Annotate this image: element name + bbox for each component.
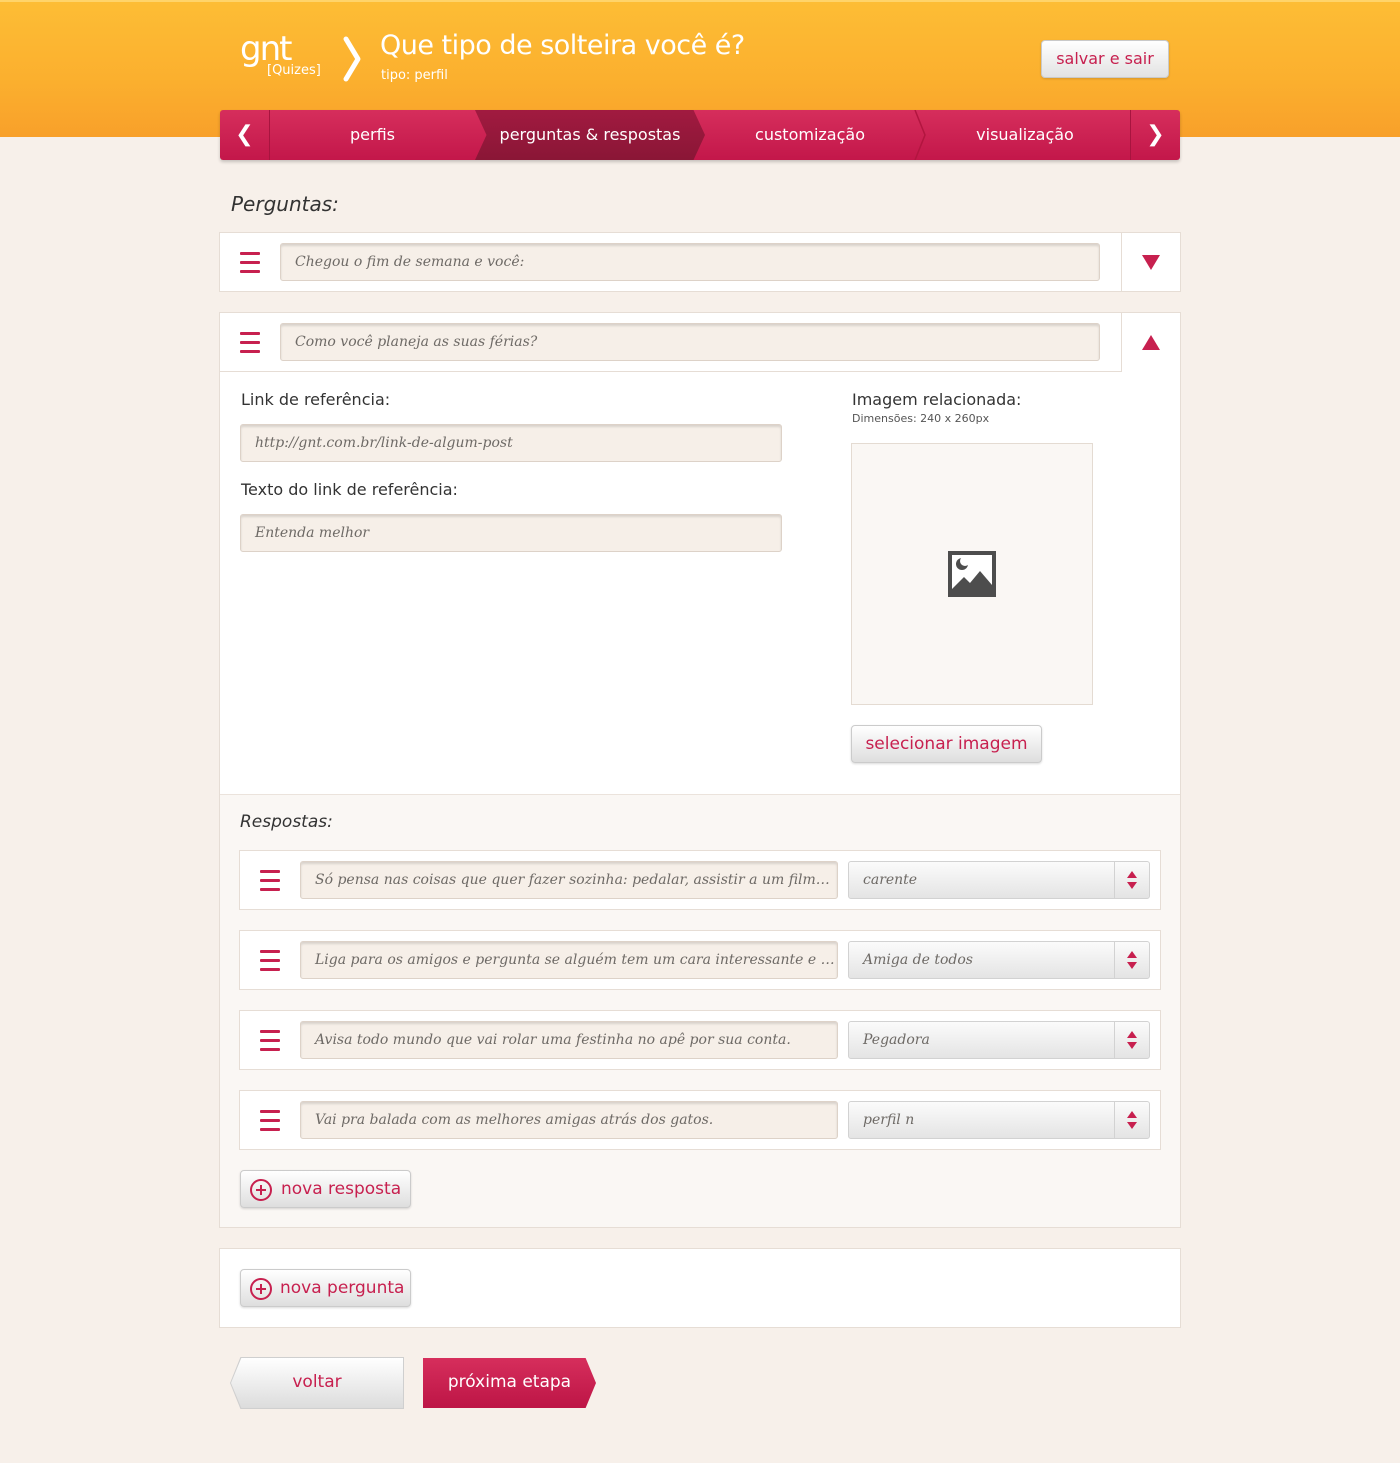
answer-row: Vai pra balada com as melhores amigas at… bbox=[239, 1090, 1161, 1150]
new-question-button[interactable]: nova pergunta bbox=[240, 1269, 411, 1307]
question-card: Chegou o fim de semana e você: bbox=[219, 232, 1181, 292]
answer-row: Liga para os amigos e pergunta se alguém… bbox=[239, 930, 1161, 990]
reference-link-text-label: Texto do link de referência: bbox=[241, 480, 458, 499]
select-arrows-icon bbox=[1114, 1022, 1149, 1058]
tab-perfis[interactable]: perfis bbox=[270, 110, 475, 160]
related-image-label: Imagem relacionada: bbox=[852, 390, 1022, 409]
answer-row: Avisa todo mundo que vai rolar uma festi… bbox=[239, 1010, 1161, 1070]
triangle-up-icon bbox=[1142, 335, 1160, 350]
quiz-type: tipo: perfil bbox=[381, 68, 448, 83]
select-arrows-icon bbox=[1114, 1102, 1149, 1138]
collapse-question-button[interactable] bbox=[1121, 313, 1181, 372]
answers-section: Respostas: Só pensa nas coisas que quer … bbox=[220, 794, 1180, 1227]
expand-question-button[interactable] bbox=[1121, 233, 1181, 291]
drag-handle-icon[interactable] bbox=[240, 252, 260, 279]
back-button[interactable]: voltar bbox=[231, 1358, 403, 1408]
answer-profile-select[interactable]: Amiga de todos bbox=[848, 941, 1150, 979]
image-dimensions-note: Dimensões: 240 x 260px bbox=[852, 412, 990, 425]
breadcrumb-chevron-icon bbox=[343, 36, 361, 82]
select-value: Amiga de todos bbox=[863, 952, 973, 968]
save-and-exit-button[interactable]: salvar e sair bbox=[1041, 40, 1169, 78]
answer-input[interactable]: Liga para os amigos e pergunta se alguém… bbox=[300, 941, 838, 979]
new-answer-button[interactable]: nova resposta bbox=[240, 1170, 411, 1208]
answer-profile-select[interactable]: perfil n bbox=[848, 1101, 1150, 1139]
image-placeholder-icon bbox=[948, 551, 996, 597]
drag-handle-icon[interactable] bbox=[240, 332, 260, 359]
nav-prev-button[interactable]: ❮ bbox=[220, 110, 270, 160]
new-answer-label: nova resposta bbox=[281, 1179, 402, 1199]
reference-link-text-input[interactable]: Entenda melhor bbox=[240, 514, 782, 552]
answer-input[interactable]: Só pensa nas coisas que quer fazer sozin… bbox=[300, 861, 838, 899]
question-card-expanded: Como você planeja as suas férias? Link d… bbox=[219, 312, 1181, 1228]
answer-row: Só pensa nas coisas que quer fazer sozin… bbox=[239, 850, 1161, 910]
tab-visualizacao[interactable]: visualização bbox=[920, 110, 1130, 160]
tab-customizacao[interactable]: customização bbox=[700, 110, 920, 160]
answer-input[interactable]: Vai pra balada com as melhores amigas at… bbox=[300, 1101, 838, 1139]
drag-handle-icon[interactable] bbox=[260, 870, 280, 897]
new-question-label: nova pergunta bbox=[280, 1278, 405, 1298]
questions-heading: Perguntas: bbox=[231, 192, 339, 216]
new-question-card: nova pergunta bbox=[219, 1248, 1181, 1328]
select-value: perfil n bbox=[863, 1112, 915, 1128]
select-image-button[interactable]: selecionar imagem bbox=[851, 725, 1042, 763]
gnt-quizes-logo[interactable]: gnt [Quizes] bbox=[240, 29, 321, 78]
select-value: Pegadora bbox=[863, 1032, 930, 1048]
select-arrows-icon bbox=[1114, 862, 1149, 898]
nav-next-button[interactable]: ❯ bbox=[1130, 110, 1180, 160]
tab-perguntas-respostas[interactable]: perguntas & respostas bbox=[475, 110, 705, 160]
answer-profile-select[interactable]: Pegadora bbox=[848, 1021, 1150, 1059]
logo-text: gnt bbox=[240, 29, 292, 69]
select-arrows-icon bbox=[1114, 942, 1149, 978]
triangle-down-icon bbox=[1142, 255, 1160, 270]
drag-handle-icon[interactable] bbox=[260, 950, 280, 977]
question-input[interactable]: Chegou o fim de semana e você: bbox=[280, 243, 1100, 281]
plus-circle-icon bbox=[250, 1179, 272, 1201]
question-input[interactable]: Como você planeja as suas férias? bbox=[280, 323, 1100, 361]
drag-handle-icon[interactable] bbox=[260, 1110, 280, 1137]
answer-profile-select[interactable]: carente bbox=[848, 861, 1150, 899]
select-value: carente bbox=[863, 872, 918, 888]
quiz-title: Que tipo de solteira você é? bbox=[380, 30, 745, 61]
answers-heading: Respostas: bbox=[240, 812, 333, 832]
reference-link-label: Link de referência: bbox=[241, 390, 391, 409]
next-step-button[interactable]: próxima etapa bbox=[423, 1358, 596, 1408]
plus-circle-icon bbox=[250, 1278, 272, 1300]
reference-link-input[interactable]: http://gnt.com.br/link-de-algum-post bbox=[240, 424, 782, 462]
answer-input[interactable]: Avisa todo mundo que vai rolar uma festi… bbox=[300, 1021, 838, 1059]
step-nav: ❮ perfis perguntas & respostas customiza… bbox=[220, 110, 1180, 160]
logo-subtext: [Quizes] bbox=[267, 63, 321, 78]
image-preview bbox=[851, 443, 1093, 705]
drag-handle-icon[interactable] bbox=[260, 1030, 280, 1057]
